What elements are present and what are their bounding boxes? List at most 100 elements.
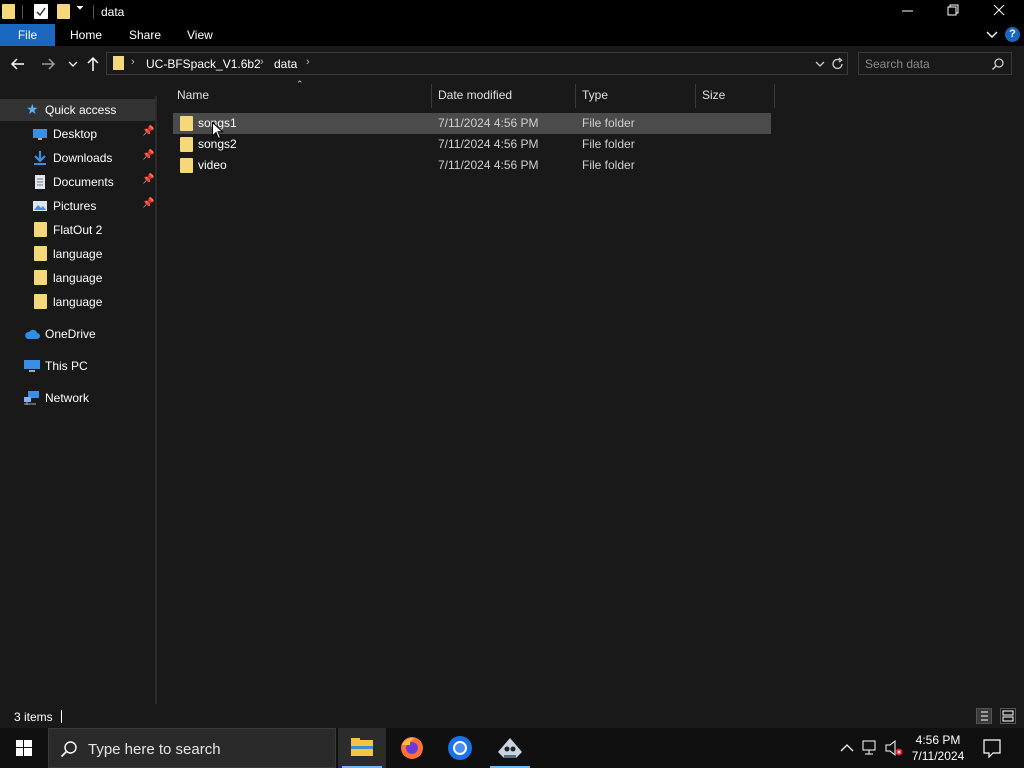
downloads-icon [33, 151, 47, 165]
ribbon-tabs: File Home Share View ? [0, 24, 1024, 46]
breadcrumb-item[interactable]: UC-BFSpack_V1.6b2 [146, 57, 261, 71]
new-folder-icon[interactable] [57, 4, 70, 19]
title-bar: ⏷ data [0, 0, 1024, 24]
table-row[interactable]: songs1 7/11/2024 4:56 PM File folder [173, 113, 771, 134]
browser-taskbar-button[interactable] [436, 728, 484, 768]
search-input[interactable] [865, 56, 985, 72]
column-header-name[interactable]: Name [177, 82, 209, 108]
breadcrumb-separator-icon[interactable]: › [131, 56, 135, 68]
address-dropdown-icon[interactable] [814, 57, 826, 71]
file-type: File folder [582, 116, 635, 130]
large-icons-view-icon[interactable] [1000, 708, 1016, 724]
folder-icon [180, 116, 193, 131]
column-header-size[interactable]: Size [702, 82, 725, 108]
search-box[interactable] [858, 52, 1012, 75]
navigation-bar: › UC-BFSpack_V1.6b2 › data › [0, 46, 1024, 82]
breadcrumb-item[interactable]: data [274, 57, 297, 71]
pin-icon[interactable]: 📌 [142, 198, 154, 209]
sidebar-item-language[interactable]: language [0, 291, 155, 313]
folder-icon [34, 222, 47, 237]
taskbar-clock[interactable]: 4:56 PM 7/11/2024 [905, 732, 971, 764]
sidebar-item-network[interactable]: Network [0, 387, 155, 409]
sidebar-item-desktop[interactable]: Desktop 📌 [0, 123, 155, 145]
column-divider[interactable] [774, 84, 775, 108]
game-app-taskbar-button[interactable] [486, 728, 534, 768]
properties-icon[interactable] [34, 4, 48, 19]
recent-locations-icon[interactable] [63, 54, 83, 74]
file-type: File folder [582, 158, 635, 172]
table-row[interactable]: songs2 7/11/2024 4:56 PM File folder [173, 134, 771, 155]
table-row[interactable]: video 7/11/2024 4:56 PM File folder [173, 155, 771, 176]
up-button[interactable] [83, 54, 103, 74]
clock-date: 7/11/2024 [911, 749, 965, 763]
file-explorer-taskbar-button[interactable] [338, 728, 386, 768]
sidebar-item-label: FlatOut 2 [53, 223, 103, 237]
customize-quick-access-icon[interactable]: ⏷ [76, 3, 84, 19]
expand-ribbon-icon[interactable] [985, 26, 999, 42]
tab-view[interactable]: View [174, 24, 226, 46]
folder-icon [34, 246, 47, 261]
search-icon[interactable] [991, 57, 1005, 71]
sidebar-item-documents[interactable]: Documents 📌 [0, 171, 155, 193]
column-header-date-modified[interactable]: Date modified [438, 82, 512, 108]
pin-icon[interactable]: 📌 [142, 174, 154, 185]
tab-file[interactable]: File [0, 24, 55, 46]
file-type: File folder [582, 137, 635, 151]
pin-icon[interactable]: 📌 [142, 126, 154, 137]
volume-muted-icon[interactable] [884, 728, 904, 768]
column-divider[interactable] [695, 84, 696, 108]
folder-icon [34, 270, 47, 285]
documents-icon [33, 175, 47, 189]
taskbar: Type here to search 4:56 PM 7/11/2024 [0, 728, 1024, 768]
address-bar[interactable]: › UC-BFSpack_V1.6b2 › data › [106, 52, 848, 75]
file-list: ⌃ Name Date modified Type Size songs1 7/… [157, 79, 1024, 704]
toolbar-divider [93, 5, 94, 19]
breadcrumb-separator-icon[interactable]: › [306, 56, 310, 68]
sidebar-item-downloads[interactable]: Downloads 📌 [0, 147, 155, 169]
tab-home[interactable]: Home [57, 24, 115, 46]
search-icon [60, 740, 78, 758]
status-bar: 3 items [0, 704, 1024, 728]
refresh-icon[interactable] [831, 56, 845, 72]
status-divider [61, 710, 62, 723]
sidebar-item-this-pc[interactable]: This PC [0, 355, 155, 377]
start-button[interactable] [0, 728, 48, 768]
folder-icon [2, 4, 15, 19]
show-hidden-icons-icon[interactable] [838, 728, 856, 768]
sidebar-item-label: Quick access [45, 103, 117, 117]
tab-share[interactable]: Share [116, 24, 174, 46]
help-icon[interactable]: ? [1005, 27, 1020, 42]
network-icon[interactable] [860, 728, 880, 768]
sidebar-item-language[interactable]: language [0, 267, 155, 289]
folder-icon [180, 158, 193, 173]
firefox-taskbar-button[interactable] [388, 728, 436, 768]
pin-icon[interactable]: 📌 [142, 150, 154, 161]
sidebar-item-language[interactable]: language [0, 243, 155, 265]
toolbar-divider [22, 5, 23, 19]
taskbar-search-placeholder: Type here to search [88, 741, 221, 758]
sidebar-item-label: Downloads [53, 151, 113, 165]
item-count: 3 items [14, 710, 53, 724]
sidebar-item-flatout-2[interactable]: FlatOut 2 [0, 219, 155, 241]
minimize-button[interactable] [884, 0, 930, 24]
details-view-icon[interactable] [976, 708, 992, 724]
sidebar-item-onedrive[interactable]: OneDrive [0, 323, 155, 345]
taskbar-search-box[interactable]: Type here to search [48, 728, 336, 768]
forward-button[interactable] [38, 54, 58, 74]
column-headers: ⌃ Name Date modified Type Size [157, 79, 1024, 108]
breadcrumb-separator-icon[interactable]: › [260, 56, 264, 68]
column-divider[interactable] [575, 84, 576, 108]
sidebar-item-pictures[interactable]: Pictures 📌 [0, 195, 155, 217]
navigation-pane: ★ Quick access Desktop 📌 Downloads 📌 Doc… [0, 96, 157, 704]
restore-button[interactable] [930, 0, 976, 24]
sidebar-item-quick-access[interactable]: ★ Quick access [0, 99, 155, 121]
network-icon [24, 391, 39, 405]
column-header-type[interactable]: Type [582, 82, 608, 108]
notifications-icon[interactable] [980, 728, 1004, 768]
file-name[interactable]: video [198, 158, 227, 172]
back-button[interactable] [8, 54, 28, 74]
sidebar-item-label: OneDrive [45, 327, 96, 341]
close-button[interactable] [976, 0, 1022, 24]
column-divider[interactable] [431, 84, 432, 108]
mouse-cursor-icon [212, 121, 224, 143]
